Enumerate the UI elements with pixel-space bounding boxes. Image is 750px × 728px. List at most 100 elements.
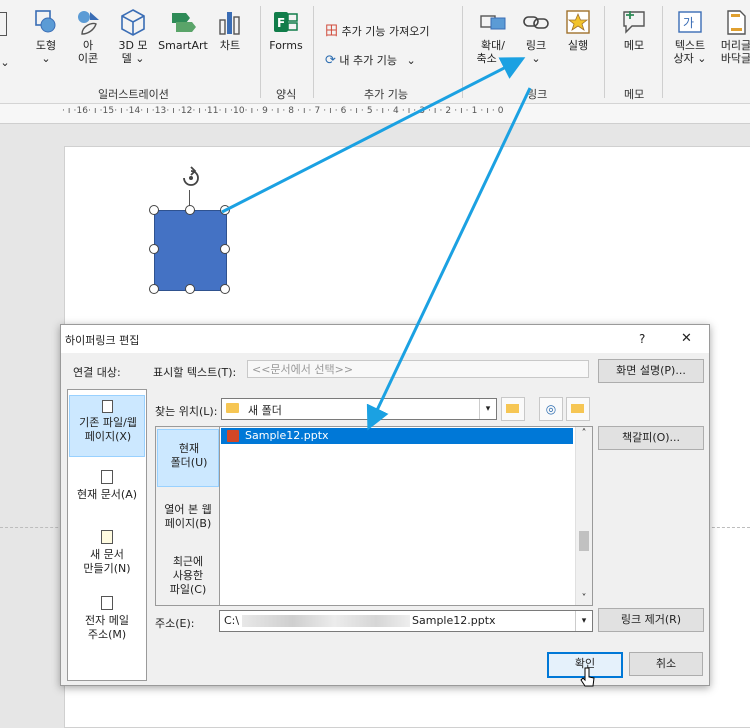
dialog-titlebar (61, 325, 709, 353)
browse-file-icon[interactable] (566, 397, 590, 421)
shapes-arrow: ⌄ (41, 52, 51, 65)
rotate-handle-icon[interactable] (178, 165, 204, 191)
chart-icon (219, 12, 240, 35)
smartart-label: SmartArt (158, 39, 208, 52)
textbox-icon: 가 (678, 11, 702, 33)
link-to-new-document-label-1: 새 문서 (90, 548, 124, 561)
my-addins-label: 내 추가 기능 (339, 54, 397, 67)
get-addins-label: 추가 기능 가져오기 (341, 25, 430, 38)
get-addins-button[interactable]: 田 추가 기능 가져오기 (325, 20, 429, 39)
file-list[interactable]: Sample12.pptx ˄ ˅ (219, 426, 593, 606)
icons-button[interactable]: 아 이콘 (70, 8, 106, 65)
current-folder-item[interactable]: 현재 폴더(U) (157, 429, 219, 487)
scroll-down-arrow[interactable]: ˅ (576, 593, 592, 604)
browsed-pages-item[interactable]: 열어 본 웹 페이지(B) (157, 497, 219, 547)
folder-pane: 현재 폴더(U) 열어 본 웹 페이지(B) 최근에 사용한 파일(C) (155, 426, 221, 606)
address-field[interactable]: C:\ Sample12.pptx ▾ (219, 610, 593, 632)
recent-files-label-3: 파일(C) (169, 583, 207, 596)
smartart-button[interactable]: SmartArt (156, 8, 210, 52)
look-in-arrow[interactable]: ▾ (479, 399, 496, 419)
current-folder-label-1: 현재 (178, 442, 200, 455)
store-icon: 田 (325, 24, 339, 39)
remove-link-button[interactable]: 링크 제거(R) (598, 608, 704, 632)
help-button[interactable]: ? (639, 332, 645, 346)
resize-handle-left[interactable] (149, 244, 159, 254)
action-label: 실행 (567, 39, 589, 52)
zoom-label-1: 확대/ (481, 39, 505, 52)
mouse-cursor-icon (580, 667, 595, 687)
3d-cube-icon (121, 9, 145, 36)
separator (260, 6, 261, 98)
link-button[interactable]: 링크 ⌄ (518, 8, 554, 65)
ruler-ticks: · ı ·16· ı ·15· ı ·14· ı ·13· ı ·12· ı ·… (62, 106, 504, 116)
shapes-button[interactable]: 도형 ⌄ (26, 8, 66, 65)
look-in-value: 새 폴더 (248, 404, 282, 417)
recent-files-item[interactable]: 최근에 사용한 파일(C) (157, 551, 219, 603)
left-dropdown-arrow[interactable]: ⌄ (0, 56, 10, 69)
link-to-email-label-2: 주소(M) (87, 628, 127, 641)
resize-handle-top-right[interactable] (220, 205, 230, 215)
link-to-new-document[interactable]: 새 문서 만들기(N) (69, 530, 145, 590)
separator (662, 6, 663, 98)
look-in-dropdown[interactable]: 새 폴더 ▾ (221, 398, 497, 420)
display-text-field[interactable]: <<문서에서 선택>> (247, 360, 589, 378)
file-list-item[interactable]: Sample12.pptx (221, 428, 573, 444)
3d-models-label-2: 델 ⌄ (121, 52, 145, 65)
edit-hyperlink-dialog: 하이퍼링크 편집 ? ✕ 연결 대상: 표시할 텍스트(T): <<문서에서 선… (60, 324, 710, 686)
shapes-label: 도형 (35, 39, 57, 52)
3d-models-button[interactable]: 3D 모 델 ⌄ (112, 8, 154, 65)
link-to-label: 연결 대상: (73, 366, 121, 379)
resize-handle-bottom-right[interactable] (220, 284, 230, 294)
link-to-existing-file-label-2: 페이지(X) (84, 430, 132, 443)
chart-button[interactable]: 차트 (212, 8, 248, 52)
svg-text:가: 가 (683, 16, 694, 30)
address-label: 주소(E): (155, 617, 195, 630)
cancel-button[interactable]: 취소 (629, 652, 703, 676)
document-icon (101, 470, 113, 484)
selected-rectangle-shape[interactable] (154, 210, 227, 291)
group-label-illustrations: 일러스트레이션 (98, 88, 169, 101)
look-in-label: 찾는 위치(L): (155, 405, 218, 418)
screentip-button[interactable]: 화면 설명(P)... (598, 359, 704, 383)
link-arrow: ⌄ (531, 52, 541, 65)
separator (313, 6, 314, 98)
address-dropdown-arrow[interactable]: ▾ (575, 611, 592, 631)
resize-handle-bottom-left[interactable] (149, 284, 159, 294)
comment-button[interactable]: 메모 (614, 8, 654, 52)
group-label-addins: 추가 기능 (364, 88, 408, 101)
scroll-up-arrow[interactable]: ˄ (576, 428, 592, 439)
textbox-button[interactable]: 가 텍스트 상자 ⌄ (668, 8, 712, 65)
resize-handle-right[interactable] (220, 244, 230, 254)
forms-icon: F (274, 12, 298, 32)
close-icon[interactable]: ✕ (681, 331, 692, 346)
svg-text:F: F (277, 16, 285, 30)
link-label: 링크 (525, 39, 547, 52)
textbox-label-1: 텍스트 (674, 39, 706, 52)
ribbon: ⌄ 도형 ⌄ 아 이콘 3D 모 델 ⌄ SmartArt 차트 F Forms… (0, 0, 750, 104)
bookmark-button[interactable]: 책갈피(O)... (598, 426, 704, 450)
resize-handle-top-left[interactable] (149, 205, 159, 215)
zoom-icon (480, 15, 506, 30)
file-list-scrollbar[interactable]: ˄ ˅ (575, 427, 592, 605)
recent-files-label-1: 최근에 (172, 555, 204, 568)
header-footer-label-2: 바닥글 (720, 52, 750, 65)
dialog-title: 하이퍼링크 편집 (65, 334, 140, 347)
my-addins-button[interactable]: ⟳ 내 추가 기능 ⌄ (325, 52, 416, 68)
link-icon (523, 16, 549, 29)
zoom-button[interactable]: 확대/ 축소 ⌄ (472, 8, 514, 65)
chart-label: 차트 (219, 39, 241, 52)
scroll-thumb[interactable] (579, 531, 589, 551)
action-button[interactable]: 실행 (560, 8, 596, 52)
forms-button[interactable]: F Forms (265, 8, 307, 52)
resize-handle-top[interactable] (185, 205, 195, 215)
browse-web-icon[interactable]: ◎ (539, 397, 563, 421)
link-to-email-address[interactable]: 전자 메일 주소(M) (69, 596, 145, 656)
header-footer-button[interactable]: 머리글 바닥글 (714, 8, 750, 65)
my-addins-arrow: ⌄ (406, 54, 416, 67)
up-folder-icon[interactable] (501, 397, 525, 421)
link-to-place-in-document[interactable]: 현재 문서(A) (69, 470, 145, 520)
browsed-pages-label-1: 열어 본 웹 (164, 503, 212, 516)
forms-label: Forms (269, 39, 303, 52)
link-to-existing-file[interactable]: 기존 파일/웹 페이지(X) (69, 395, 145, 457)
resize-handle-bottom[interactable] (185, 284, 195, 294)
